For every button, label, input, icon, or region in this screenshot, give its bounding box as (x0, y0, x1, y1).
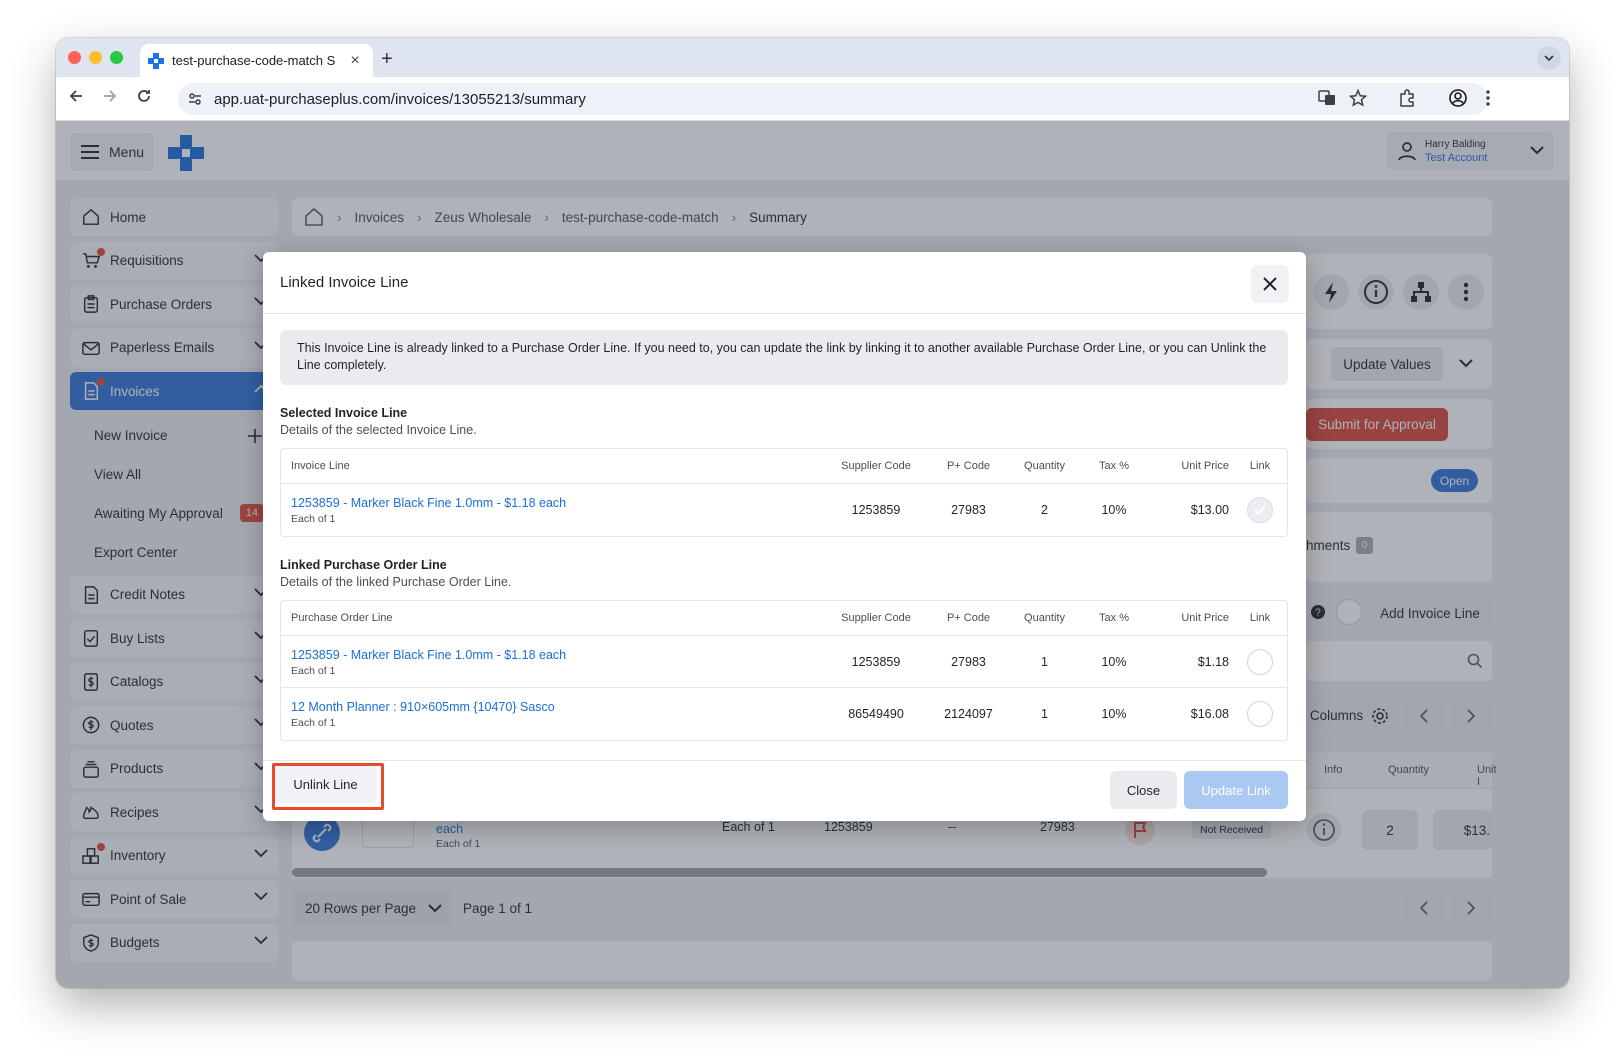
maximize-window-button[interactable] (110, 51, 123, 64)
column-header: Quantity (1024, 612, 1065, 624)
table-row: 1253859 - Marker Black Fine 1.0mm - $1.1… (281, 484, 1287, 536)
linked-section-description: Details of the linked Purchase Order Lin… (280, 575, 512, 589)
close-icon (1263, 277, 1277, 291)
unit-price: $1.18 (1197, 655, 1229, 669)
column-header: Tax % (1099, 460, 1129, 472)
quantity: 1 (1041, 655, 1048, 669)
link-radio-selected (1247, 497, 1273, 523)
divider (263, 313, 1306, 314)
browser-toolbar: app.uat-purchaseplus.com/invoices/130552… (56, 77, 1569, 121)
supplier-code: 86549490 (848, 707, 904, 721)
selected-section-heading: Selected Invoice Line (280, 406, 408, 420)
highlight-box (272, 763, 384, 810)
address-bar[interactable]: app.uat-purchaseplus.com/invoices/130552… (178, 83, 1488, 115)
close-tab-icon[interactable]: × (347, 52, 363, 70)
back-arrow-icon[interactable] (68, 88, 84, 104)
link-radio[interactable] (1247, 649, 1273, 675)
purchase-order-line-unit: Each of 1 (291, 717, 336, 729)
check-icon (1254, 505, 1266, 515)
column-header: P+ Code (946, 612, 991, 624)
profile-icon[interactable] (1449, 89, 1467, 107)
reload-icon[interactable] (136, 88, 152, 104)
quantity: 1 (1041, 707, 1048, 721)
bookmark-star-icon[interactable] (1349, 89, 1367, 107)
site-settings-icon[interactable] (187, 91, 203, 107)
selected-section-description: Details of the selected Invoice Line. (280, 423, 477, 437)
purchase-order-line-link[interactable]: 12 Month Planner : 910×605mm {10470} Sas… (291, 700, 555, 714)
minimize-window-button[interactable] (89, 51, 102, 64)
url-text: app.uat-purchaseplus.com/invoices/130552… (214, 90, 586, 108)
supplier-code: 1253859 (851, 503, 901, 517)
new-tab-button[interactable]: + (381, 48, 393, 71)
extensions-icon[interactable] (1398, 89, 1416, 107)
table-row: 1253859 - Marker Black Fine 1.0mm - $1.1… (281, 636, 1287, 688)
site-favicon-icon (148, 52, 164, 69)
close-button[interactable]: Close (1110, 771, 1177, 809)
p-code: 27983 (951, 655, 986, 669)
column-header: Tax % (1099, 612, 1129, 624)
tax: 10% (1101, 707, 1127, 721)
column-header: Quantity (1024, 460, 1065, 472)
browser-window: test-purchase-code-match S × + app.uat-p… (56, 38, 1569, 988)
linked-section-heading: Linked Purchase Order Line (280, 558, 447, 572)
selected-invoice-line-table: Invoice Line Supplier Code P+ Code Quant… (280, 448, 1288, 537)
divider (263, 760, 1306, 761)
table-row: 12 Month Planner : 910×605mm {10470} Sas… (281, 688, 1287, 740)
browser-titlebar: test-purchase-code-match S × + (56, 38, 1569, 77)
chevron-down-icon (1544, 55, 1554, 61)
tax: 10% (1101, 503, 1127, 517)
supplier-code: 1253859 (851, 655, 901, 669)
browser-menu-icon[interactable] (1485, 89, 1491, 107)
tab-title: test-purchase-code-match S (172, 53, 336, 68)
column-header: Link (1249, 612, 1271, 624)
tab-search-button[interactable] (1537, 46, 1561, 70)
column-header: Unit Price (1181, 612, 1229, 624)
purchase-order-line-link[interactable]: 1253859 - Marker Black Fine 1.0mm - $1.1… (291, 648, 566, 662)
column-header: Unit Price (1181, 460, 1229, 472)
column-header: Link (1249, 460, 1271, 472)
translate-icon[interactable] (1318, 89, 1336, 107)
invoice-line-link[interactable]: 1253859 - Marker Black Fine 1.0mm - $1.1… (291, 496, 566, 510)
tax: 10% (1101, 655, 1127, 669)
p-code: 27983 (951, 503, 986, 517)
close-modal-button[interactable] (1251, 265, 1289, 303)
close-window-button[interactable] (68, 51, 81, 64)
quantity: 2 (1041, 503, 1048, 517)
link-radio[interactable] (1247, 701, 1273, 727)
column-header: Invoice Line (291, 460, 350, 472)
table-header: Invoice Line Supplier Code P+ Code Quant… (281, 449, 1287, 484)
table-header: Purchase Order Line Supplier Code P+ Cod… (281, 601, 1287, 636)
column-header: Supplier Code (841, 460, 911, 472)
column-header: P+ Code (946, 460, 991, 472)
unit-price: $16.08 (1190, 707, 1229, 721)
info-note: This Invoice Line is already linked to a… (280, 330, 1288, 385)
invoice-line-unit: Each of 1 (291, 513, 336, 525)
column-header: Supplier Code (841, 612, 911, 624)
p-code: 2124097 (944, 707, 993, 721)
purchase-order-line-unit: Each of 1 (291, 665, 336, 677)
update-link-button[interactable]: Update Link (1184, 771, 1288, 809)
browser-tab[interactable]: test-purchase-code-match S × (140, 44, 373, 77)
linked-invoice-line-modal: Linked Invoice Line This Invoice Line is… (263, 252, 1306, 821)
unit-price: $13.00 (1190, 503, 1229, 517)
forward-arrow-icon[interactable] (102, 88, 118, 104)
modal-title: Linked Invoice Line (280, 274, 409, 291)
linked-purchase-order-line-table: Purchase Order Line Supplier Code P+ Cod… (280, 600, 1288, 741)
column-header: Purchase Order Line (291, 612, 393, 624)
